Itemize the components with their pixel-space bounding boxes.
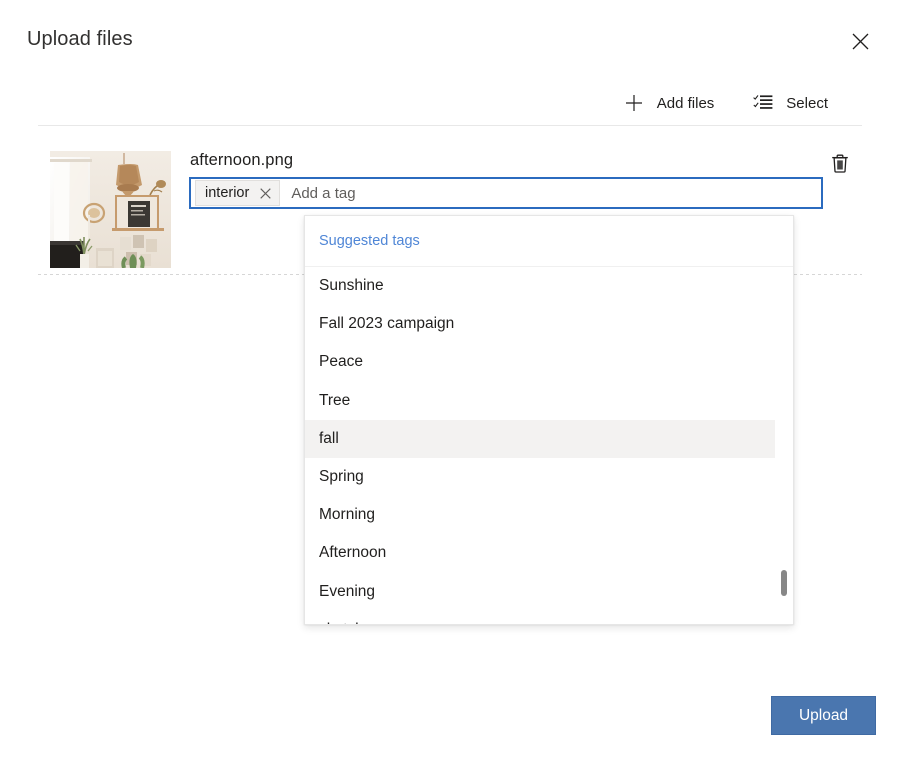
suggestion-item[interactable]: Spring — [305, 458, 775, 496]
tag-chip-interior[interactable]: interior — [195, 180, 280, 206]
suggestion-item[interactable]: Morning — [305, 496, 775, 534]
file-name: afternoon.png — [190, 151, 293, 170]
tag-chip-label: interior — [205, 186, 251, 201]
suggestion-item[interactable]: Sunshine — [305, 267, 775, 305]
trash-icon — [831, 154, 849, 176]
suggested-tags-list[interactable]: Sunshine Fall 2023 campaign Peace Tree f… — [305, 267, 793, 624]
checklist-icon — [752, 92, 774, 114]
suggestion-item[interactable]: Peace — [305, 343, 775, 381]
dialog-header: Upload files — [0, 0, 900, 80]
plus-icon — [623, 92, 645, 114]
close-icon — [852, 33, 869, 50]
suggestion-item[interactable]: Evening — [305, 573, 775, 611]
add-files-button[interactable]: Add files — [615, 85, 723, 121]
dialog-footer: Upload — [0, 684, 900, 776]
select-label: Select — [786, 95, 828, 112]
dropdown-scrollbar-thumb[interactable] — [781, 570, 787, 596]
delete-file-button[interactable] — [824, 149, 856, 181]
tag-input[interactable] — [280, 180, 819, 206]
tag-chip-remove-icon[interactable] — [251, 181, 279, 205]
suggestion-item[interactable]: sketch — [305, 611, 775, 624]
close-button[interactable] — [844, 25, 876, 57]
suggestion-item[interactable]: Fall 2023 campaign — [305, 305, 775, 343]
file-thumbnail — [50, 151, 171, 268]
select-button[interactable]: Select — [744, 85, 836, 121]
suggestion-item[interactable]: Afternoon — [305, 534, 775, 572]
page-title: Upload files — [27, 28, 133, 51]
suggestion-item[interactable]: Tree — [305, 382, 775, 420]
dropdown-scrollbar[interactable] — [781, 267, 787, 624]
tag-picker[interactable]: interior — [189, 177, 823, 209]
upload-button[interactable]: Upload — [771, 696, 876, 735]
command-bar: Add files Select — [38, 82, 862, 124]
suggested-tags-dropdown: Suggested tags Sunshine Fall 2023 campai… — [304, 215, 794, 625]
toolbar-divider — [38, 125, 862, 126]
add-files-label: Add files — [657, 95, 715, 112]
suggestion-item[interactable]: fall — [305, 420, 775, 458]
suggested-tags-header: Suggested tags — [305, 216, 793, 267]
